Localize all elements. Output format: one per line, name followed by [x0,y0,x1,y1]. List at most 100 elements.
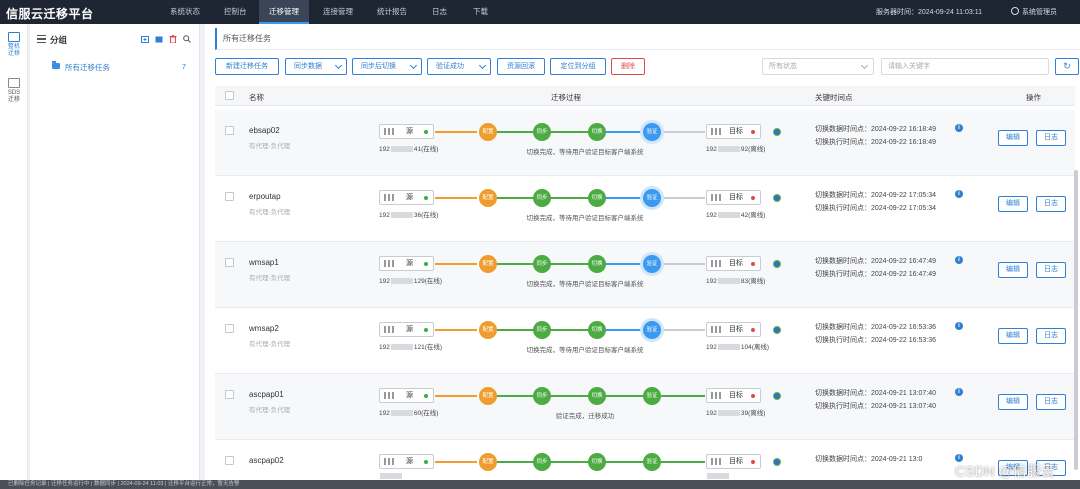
source-node[interactable]: 源 [379,124,434,139]
task-name[interactable]: ebsap02 [249,126,280,135]
search-icon[interactable] [183,35,191,43]
log-button[interactable]: 日志 [1036,130,1066,146]
folder-all-tasks[interactable]: 所有迁移任务 7 [50,61,198,74]
source-label: 源 [406,392,413,399]
sidenav-server-migration[interactable]: 整机 迁移 [2,32,26,58]
target-node[interactable]: 目标 [706,454,761,469]
row-checkbox[interactable] [225,390,234,399]
edit-button[interactable]: 编辑 [998,196,1028,212]
row-checkbox[interactable] [225,456,234,465]
target-ip: 192 92(离线) [706,146,766,153]
edit-button[interactable]: 编辑 [998,328,1028,344]
offline-status-dot [751,394,755,398]
info-icon[interactable]: i [955,388,963,396]
source-node[interactable]: 源 [379,454,434,469]
online-status-dot [424,460,428,464]
nav-statistics-report[interactable]: 统计报告 [367,0,417,24]
target-node[interactable]: 目标 [706,322,761,337]
switch-exec-time: 切换执行时间点：2024-09-22 16:47:49 [815,271,936,278]
group-panel: 分组 所有迁移任务 7 [30,24,200,489]
move-folder-icon[interactable] [155,35,163,43]
edit-button[interactable]: 编辑 [998,130,1028,146]
nav-logs[interactable]: 日志 [422,0,457,24]
nav-system-status[interactable]: 系统状态 [160,0,210,24]
edit-button[interactable]: 编辑 [998,394,1028,410]
select-all-checkbox[interactable] [225,91,234,100]
step-sync: 同步 [533,453,551,471]
online-status-dot [424,262,428,266]
step-verify: 验证 [643,123,661,141]
task-name[interactable]: ascpap01 [249,390,284,399]
step-deploy: 配置 [479,453,497,471]
progress-line [661,197,705,199]
task-subtitle: 有代理-负代理 [249,209,291,216]
nav-connection-management[interactable]: 连接管理 [313,0,363,24]
source-node[interactable]: 源 [379,190,434,205]
sync-data-dropdown[interactable]: 同步数据 [285,58,347,75]
step-deploy: 配置 [479,321,497,339]
verify-success-dropdown[interactable]: 验证成功 [427,58,491,75]
task-name[interactable]: wmsap1 [249,258,279,267]
platform-icon [773,392,781,400]
new-task-button[interactable]: 新建迁移任务 [215,58,279,75]
add-folder-icon[interactable] [141,35,149,43]
nav-download[interactable]: 下载 [463,0,498,24]
target-node[interactable]: 目标 [706,190,761,205]
info-icon[interactable]: i [955,190,963,198]
progress-line [435,197,477,199]
user-icon [1011,7,1019,15]
target-node[interactable]: 目标 [706,124,761,139]
row-checkbox[interactable] [225,192,234,201]
source-node[interactable]: 源 [379,388,434,403]
progress-line [661,263,705,265]
delete-folder-icon[interactable] [169,35,177,43]
server-icon [711,392,721,399]
progress-line [661,329,705,331]
task-name[interactable]: ascpap02 [249,456,284,465]
log-button[interactable]: 日志 [1036,394,1066,410]
resource-rollback-button[interactable]: 资源回滚 [497,58,545,75]
target-node[interactable]: 目标 [706,256,761,271]
step-verify: 验证 [643,387,661,405]
switch-data-time: 切换数据时间点：2024-09-21 13:0 [815,456,923,463]
table-header: 名称 迁移过程 关键时间点 操作 [215,86,1075,106]
row-checkbox[interactable] [225,324,234,333]
step-sync: 同步 [533,123,551,141]
status-filter-value: 所有状态 [769,63,797,70]
row-checkbox[interactable] [225,126,234,135]
task-name[interactable]: erpoutap [249,192,281,201]
app-title: 信服云迁移平台 [6,7,94,21]
info-icon[interactable]: i [955,124,963,132]
user-menu[interactable]: 系统管理员 [1011,7,1057,17]
migration-status: 切换完成，等待用户验证目标客户端系统 [526,347,644,354]
info-icon[interactable]: i [955,322,963,330]
platform-icon [773,458,781,466]
delete-button[interactable]: 删除 [611,58,645,75]
server-icon [384,260,394,267]
sidenav-sds-migration[interactable]: SDS 迁移 [2,78,26,104]
log-button[interactable]: 日志 [1036,262,1066,278]
nav-console[interactable]: 控制台 [214,0,257,24]
search-input[interactable]: 请输入关键字 [881,58,1049,75]
progress-line [435,395,477,397]
info-icon[interactable]: i [955,256,963,264]
locate-group-button[interactable]: 定位到分组 [550,58,606,75]
sync-switch-dropdown[interactable]: 同步后切换 [352,58,422,75]
source-label: 源 [406,458,413,465]
target-node[interactable]: 目标 [706,388,761,403]
vertical-scrollbar[interactable] [1074,170,1078,470]
switch-exec-time: 切换执行时间点：2024-09-22 16:53:36 [815,337,936,344]
status-filter-select[interactable]: 所有状态 [762,58,874,75]
log-button[interactable]: 日志 [1036,196,1066,212]
step-deploy: 配置 [479,123,497,141]
switch-data-time: 切换数据时间点：2024-09-22 16:18:49 [815,126,936,133]
row-checkbox[interactable] [225,258,234,267]
nav-migration-management[interactable]: 迁移管理 [259,0,309,24]
task-name[interactable]: wmsap2 [249,324,279,333]
source-ip [379,473,403,480]
refresh-button[interactable]: ↻ [1055,58,1079,75]
source-node[interactable]: 源 [379,256,434,271]
log-button[interactable]: 日志 [1036,328,1066,344]
edit-button[interactable]: 编辑 [998,262,1028,278]
source-node[interactable]: 源 [379,322,434,337]
